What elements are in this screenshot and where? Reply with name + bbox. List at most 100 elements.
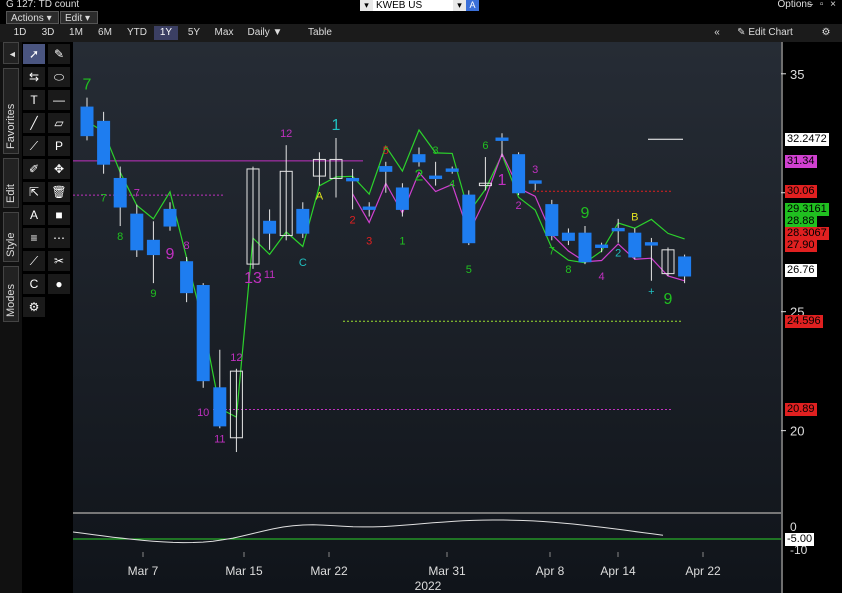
td-count-label: 4 (599, 271, 605, 283)
period-1y[interactable]: 1Y (154, 26, 178, 40)
settings-icon[interactable]: ⚙ (23, 297, 45, 317)
text-icon[interactable]: T (23, 90, 45, 110)
candle (346, 177, 360, 182)
td-count-label: 11 (264, 269, 275, 281)
price-label: 26.76 (785, 263, 817, 277)
window-controls[interactable]: – ▫ × (807, 0, 838, 10)
trendline-icon[interactable]: ╱ (23, 113, 45, 133)
frequency-dropdown[interactable]: Daily ▼ (242, 26, 288, 40)
tab-edit[interactable]: Edit (3, 158, 19, 208)
p-icon[interactable]: P (48, 136, 70, 156)
period-ytd[interactable]: YTD (122, 26, 152, 40)
candle (113, 177, 127, 208)
lines-icon[interactable]: ≡ (23, 228, 45, 248)
td-count-label: 9 (664, 291, 673, 308)
candle (462, 194, 476, 244)
candle (628, 232, 642, 258)
security-field[interactable]: ▾ KWEB US Equity ▾ A (360, 0, 479, 22)
td-count-label: A (316, 191, 324, 203)
font-a-icon[interactable]: A (466, 0, 479, 11)
candle (528, 180, 542, 184)
tab-favorites[interactable]: Favorites (3, 68, 19, 154)
settings-gear-icon[interactable]: ⚙ (818, 26, 834, 40)
td-count-label: 6 (482, 140, 488, 152)
td-count-label: 11 (214, 433, 225, 445)
candle (379, 166, 393, 172)
cursor-icon[interactable]: ⇱ (23, 182, 45, 202)
brush-icon[interactable]: ✐ (23, 159, 45, 179)
menu-bar: Actions ▾ Edit ▾ (0, 11, 842, 24)
security-menu-button[interactable]: ▾ (360, 0, 373, 11)
trend-icon[interactable]: ⟋ (23, 136, 45, 156)
tab-modes[interactable]: Modes (3, 266, 19, 322)
candle (495, 137, 509, 141)
security-name[interactable]: KWEB US Equity (373, 0, 453, 22)
period-1d[interactable]: 1D (8, 26, 32, 40)
period-1m[interactable]: 1M (64, 26, 88, 40)
chart-plot-area[interactable]: 7 7 8 7 9 9 8 10 11 12 13 11 12 C A 1 2 3 5 1 2 3 4 5 6 1 2 3 7 8 9 4 2 B… (73, 42, 781, 593)
period-6m[interactable]: 6M (92, 26, 118, 40)
price-label: 20.89 (785, 403, 817, 417)
candle (445, 168, 459, 172)
y-tick-label: 20 (790, 424, 804, 439)
candle (395, 187, 409, 210)
td-count-label: 3 (366, 236, 372, 248)
pencil-icon[interactable]: ✎ (48, 44, 70, 64)
td-count-label: 2 (415, 168, 424, 185)
td-count-label: 9 (150, 288, 156, 300)
chart-toolbar: 1D 3D 1M 6M YTD 1Y 5Y Max Daily ▼ Table … (0, 24, 842, 42)
candle (595, 244, 609, 248)
candle (97, 120, 111, 165)
c-icon[interactable]: C (23, 274, 45, 294)
price-axis: 353025200-10 32.247231.3430.0629.316128.… (781, 42, 842, 593)
td-count-label: 1 (332, 117, 341, 134)
candle (611, 227, 625, 232)
collapse-icon[interactable]: « (710, 26, 724, 40)
a-icon[interactable]: A (23, 205, 45, 225)
scissor-icon[interactable]: ✂ (48, 251, 70, 271)
edit-menu[interactable]: Edit ▾ (60, 11, 98, 24)
price-chart[interactable]: 778799 810111213 1112CA123512345612378942B… (73, 42, 781, 593)
collapse-tools-icon[interactable]: ▲ (3, 42, 19, 64)
td-count-label: 4 (449, 179, 455, 191)
td-count-label: 12 (280, 128, 292, 140)
td-count-label: 5 (466, 264, 472, 276)
td-count-label: B (631, 211, 638, 223)
price-label: 24.596 (785, 315, 823, 329)
channel-icon[interactable]: ▱ (48, 113, 70, 133)
td-count-label: 3 (532, 164, 538, 176)
y-tick-label: 35 (790, 67, 804, 82)
edit-chart-button[interactable]: ✎ Edit Chart (730, 26, 800, 40)
period-5y[interactable]: 5Y (182, 26, 206, 40)
indicator-value-label: -5.00 (785, 533, 815, 546)
td-count-label: 1 (498, 172, 507, 189)
square-icon[interactable]: ■ (48, 205, 70, 225)
side-tabs: ▲ Favorites Edit Style Modes (0, 42, 22, 593)
security-dropdown-icon[interactable]: ▾ (453, 0, 466, 11)
table-button[interactable]: Table (298, 26, 342, 40)
trash-icon[interactable]: 🗑 (48, 182, 70, 202)
candle (644, 242, 658, 246)
candle (163, 208, 177, 227)
fib-icon[interactable]: ⇆ (23, 67, 45, 87)
price-label: 30.06 (785, 185, 817, 199)
td-count-label: 5 (383, 145, 389, 157)
dashed-lines-icon[interactable]: ⋯ (48, 228, 70, 248)
x-axis-label: Mar 15 (225, 564, 263, 578)
line-icon[interactable]: — (48, 90, 70, 110)
color-icon[interactable]: ● (48, 274, 70, 294)
price-label: 32.2472 (785, 133, 829, 147)
period-3d[interactable]: 3D (36, 26, 60, 40)
pointer-icon[interactable]: ➚ (23, 44, 45, 64)
ellipse-icon[interactable]: ⬭ (48, 67, 70, 87)
drawing-tools: ➚ ✎ ⇆ ⬭ T — ╱ ▱ ⟋ P ✐ ✥ ⇱ 🗑 A ■ ≡ ⋯ ⟋ ✂ C ● ⚙ (23, 44, 73, 344)
crosshair-icon[interactable]: ✥ (48, 159, 70, 179)
ruler-icon[interactable]: ⟋ (23, 251, 45, 271)
x-axis-label: Mar 22 (310, 564, 348, 578)
price-label: 27.90 (785, 239, 817, 253)
tab-style[interactable]: Style (3, 212, 19, 262)
x-axis-label: Mar 31 (428, 564, 466, 578)
td-count-label: 7 (549, 245, 555, 257)
period-max[interactable]: Max (210, 26, 238, 40)
actions-menu[interactable]: Actions ▾ (6, 11, 59, 24)
